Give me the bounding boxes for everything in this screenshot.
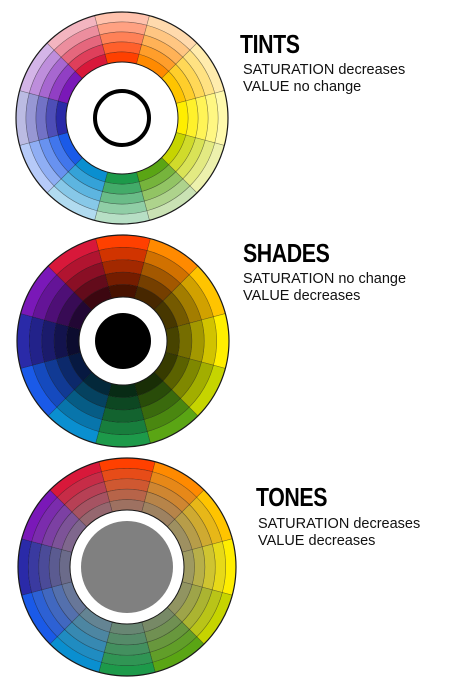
tints-value-line: VALUE no change [243,79,362,95]
tones-color-wheel [17,457,237,677]
shades-color-wheel [16,234,230,448]
shades-wheel-segment [108,284,138,299]
shades-wheel-segment [108,383,138,398]
shades-description: SATURATION no change VALUE decreases [243,271,406,305]
tints-title: TINTS [240,29,300,59]
tints-color-wheel [15,11,229,225]
tones-value-line: VALUE decreases [258,533,376,549]
shades-title: SHADES [243,238,330,268]
shades-value-line: VALUE decreases [243,288,361,304]
tints-saturation-line: SATURATION decreases [243,62,406,78]
shades-wheel-segment [165,326,180,356]
shades-saturation-line: SATURATION no change [243,271,407,287]
shades-center-swatch [95,313,151,369]
tints-description: SATURATION decreases VALUE no change [243,62,405,96]
tints-center-swatch [93,89,151,147]
tones-title: TONES [256,482,328,512]
tones-center-swatch [81,521,173,613]
shades-wheel-segment [66,326,81,356]
tones-saturation-line: SATURATION decreases [258,516,421,532]
tones-description: SATURATION decreases VALUE decreases [258,516,420,550]
